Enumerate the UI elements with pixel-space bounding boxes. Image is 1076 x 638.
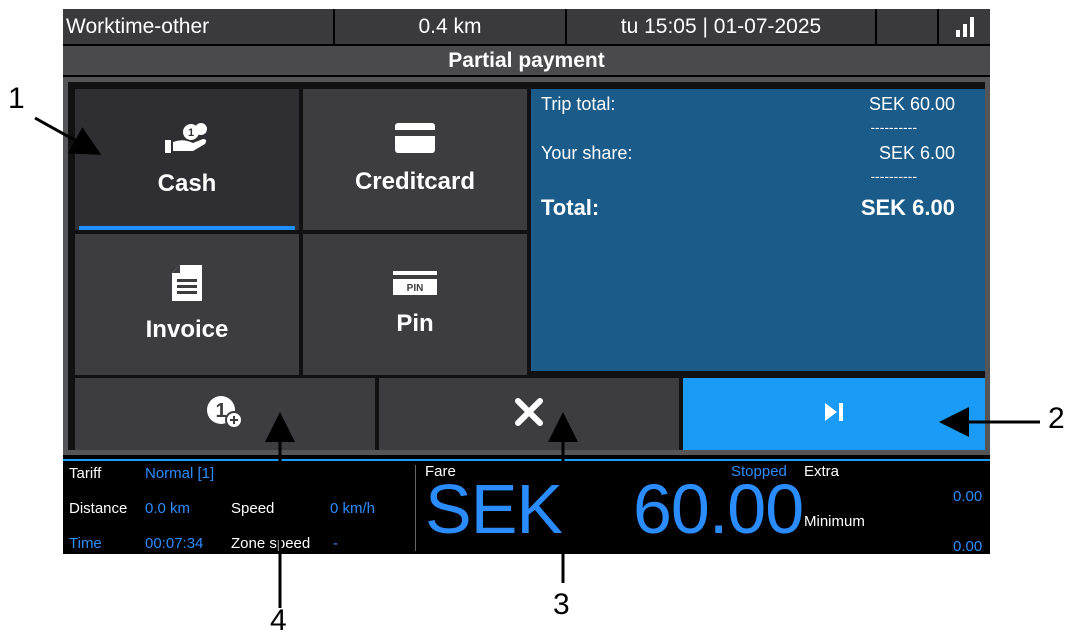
callout-1-arrow [34, 116, 102, 155]
callout-3: 3 [553, 588, 570, 621]
callout-arrows [34, 116, 1040, 608]
callout-1: 1 [8, 82, 25, 115]
callout-4: 4 [270, 604, 287, 637]
callout-2: 2 [1048, 402, 1065, 435]
